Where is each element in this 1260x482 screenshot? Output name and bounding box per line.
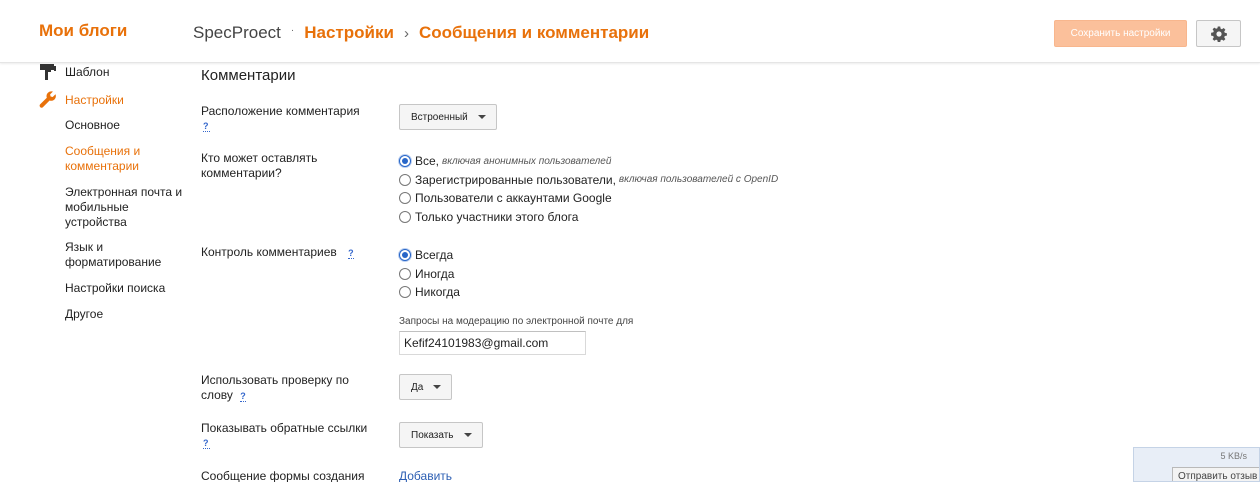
radio-button[interactable]	[399, 192, 411, 205]
sidebar-item-settings[interactable]: Настройки	[39, 91, 124, 109]
moderation-radios: Всегда Иногда Никогда	[399, 246, 460, 302]
word-verification-dropdown[interactable]: Да	[399, 374, 453, 400]
word-verification-text: Использовать проверку по слову	[201, 373, 349, 402]
moderation-email-field[interactable]	[399, 331, 586, 355]
comment-form-message-label: Сообщение формы создания	[201, 469, 365, 482]
sidebar-item-search[interactable]: Настройки поиска	[65, 281, 185, 296]
word-verification-value: Да	[411, 381, 424, 393]
gear-icon	[1210, 26, 1227, 42]
radio-anyone[interactable]: Все, включая анонимных пользователей	[399, 152, 778, 171]
radio-members-only[interactable]: Только участники этого блога	[399, 208, 778, 227]
top-bar: Мои блоги SpecProect · Настройки › Сообщ…	[0, 0, 1260, 63]
backlinks-label: Показывать обратные ссылки ?	[201, 421, 381, 449]
help-icon[interactable]: ?	[348, 248, 354, 259]
settings-menu-button[interactable]	[1196, 20, 1241, 47]
radio-registered[interactable]: Зарегистрированные пользователи, включая…	[399, 171, 778, 190]
radio-label: Иногда	[415, 266, 455, 281]
word-verification-label: Использовать проверку по слову ?	[201, 373, 371, 403]
radio-button-checked[interactable]	[399, 249, 411, 262]
feedback-widget: 5 KB/s Отправить отзыв	[1133, 447, 1260, 482]
radio-sometimes[interactable]: Иногда	[399, 265, 460, 284]
radio-label: Всегда	[415, 248, 454, 263]
backlinks-value: Показать	[411, 429, 454, 441]
blog-switcher-dot[interactable]: ·	[291, 25, 294, 36]
sidebar-item-settings-label: Настройки	[65, 93, 124, 107]
chevron-down-icon	[463, 433, 472, 437]
comment-placement-label: Расположение комментария ?	[201, 104, 381, 132]
crumb-separator: ›	[403, 25, 409, 42]
sidebar-item-language[interactable]: Язык и форматирование	[65, 240, 185, 270]
radio-note: включая анонимных пользователей	[442, 155, 612, 167]
blog-name[interactable]: SpecProect	[193, 23, 281, 43]
comment-placement-dropdown[interactable]: Встроенный	[399, 104, 497, 130]
network-speed: 5 KB/s	[1220, 451, 1247, 461]
who-can-comment-radios: Все, включая анонимных пользователей Зар…	[399, 152, 778, 226]
radio-button[interactable]	[399, 286, 411, 299]
sidebar-item-email-mobile[interactable]: Электронная почта и мобильные устройства	[65, 185, 185, 230]
radio-google-accounts[interactable]: Пользователи с аккаунтами Google	[399, 189, 778, 208]
sidebar-item-template-label: Шаблон	[65, 65, 110, 79]
radio-button[interactable]	[399, 210, 411, 223]
radio-always[interactable]: Всегда	[399, 246, 460, 265]
wrench-icon	[39, 91, 56, 108]
add-form-message-link[interactable]: Добавить	[399, 469, 452, 482]
radio-label: Только участники этого блога	[415, 209, 579, 224]
backlinks-dropdown[interactable]: Показать	[399, 422, 483, 448]
comment-placement-text: Расположение комментария	[201, 104, 360, 118]
paint-roller-icon	[40, 64, 56, 80]
radio-never[interactable]: Никогда	[399, 283, 460, 302]
crumb-settings[interactable]: Настройки	[304, 23, 394, 43]
save-settings-button[interactable]: Сохранить настройки	[1054, 20, 1187, 47]
chevron-down-icon	[477, 115, 486, 119]
radio-label: Никогда	[415, 285, 460, 300]
breadcrumb: SpecProect · Настройки › Сообщения и ком…	[193, 23, 649, 43]
help-icon[interactable]: ?	[203, 438, 210, 449]
radio-label: Зарегистрированные пользователи,	[415, 172, 616, 187]
moderation-label: Контроль комментариев ?	[201, 245, 381, 260]
help-icon[interactable]: ?	[203, 121, 210, 132]
page-title: Сообщения и комментарии	[418, 23, 650, 42]
my-blogs-link[interactable]: Мои блоги	[39, 21, 127, 41]
help-icon[interactable]: ?	[240, 391, 246, 402]
who-can-comment-label: Кто может оставлять комментарии?	[201, 151, 318, 180]
backlinks-text: Показывать обратные ссылки	[201, 421, 368, 435]
sidebar-item-other[interactable]: Другое	[65, 307, 185, 322]
sidebar-item-template[interactable]: Шаблон	[39, 64, 109, 80]
sidebar-item-posts-comments[interactable]: Сообщения и комментарии	[65, 144, 185, 174]
section-title-comments: Комментарии	[201, 67, 296, 84]
chevron-down-icon	[433, 385, 442, 389]
moderation-email-label: Запросы на модерацию по электронной почт…	[399, 316, 634, 327]
radio-button[interactable]	[399, 267, 411, 280]
radio-button-checked[interactable]	[399, 155, 411, 168]
sidebar-item-basic[interactable]: Основное	[65, 118, 185, 133]
radio-label: Пользователи с аккаунтами Google	[415, 191, 612, 206]
radio-label: Все,	[415, 154, 440, 169]
moderation-text: Контроль комментариев	[201, 245, 337, 259]
comment-placement-value: Встроенный	[411, 111, 468, 123]
send-feedback-button[interactable]: Отправить отзыв	[1172, 467, 1259, 481]
radio-button[interactable]	[399, 173, 411, 186]
radio-note: включая пользователей с OpenID	[618, 174, 779, 186]
